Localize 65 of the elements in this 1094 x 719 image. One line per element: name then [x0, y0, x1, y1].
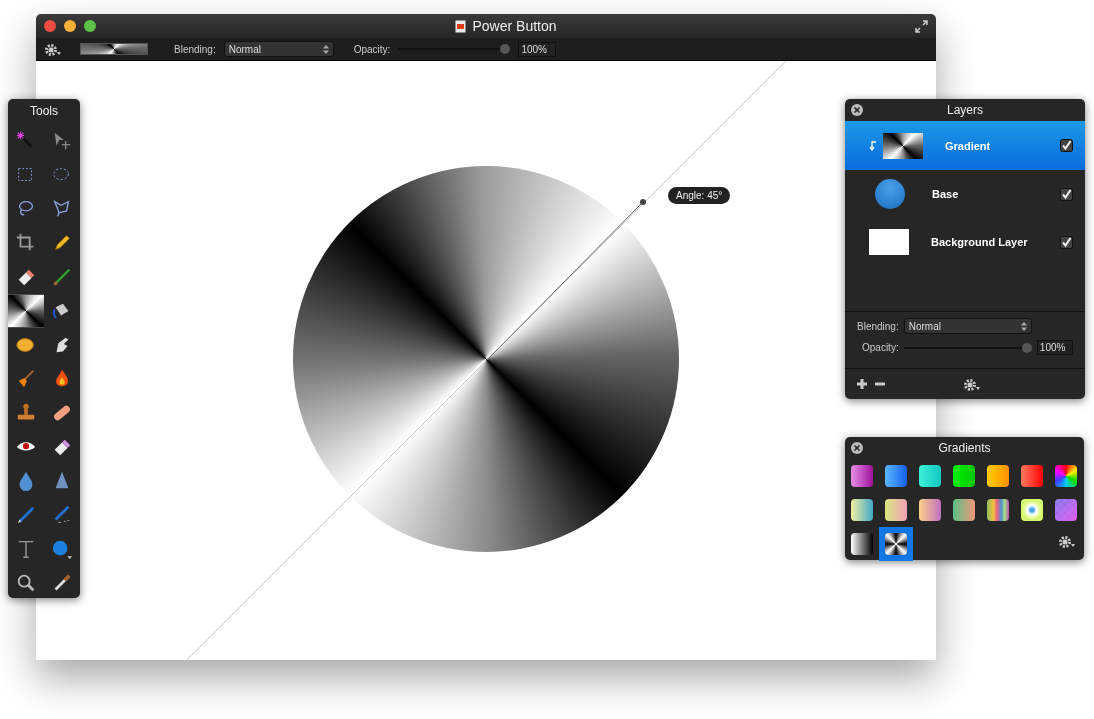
- gradient-swatch: [851, 533, 873, 555]
- opacity-field[interactable]: 100%: [1036, 340, 1073, 355]
- layer-thumbnail: [869, 229, 909, 255]
- gradient-swatch: [885, 465, 907, 487]
- gradient-swatch: [885, 499, 907, 521]
- layer-name: Base: [932, 188, 960, 200]
- layer-row[interactable]: Base: [845, 170, 1085, 218]
- slider-thumb[interactable]: [1021, 342, 1032, 353]
- gradient-swatch: [919, 499, 941, 521]
- magnifier-icon: [15, 572, 37, 594]
- layer-name: Background Layer: [931, 236, 1029, 248]
- gradient-swatch: [953, 465, 975, 487]
- gradient-swatch: [1021, 465, 1043, 487]
- angle-guide-line[interactable]: [186, 61, 786, 660]
- gradient-swatch: [1055, 465, 1077, 487]
- settings-icon[interactable]: [1058, 535, 1076, 548]
- panel-title: Tools: [29, 103, 59, 120]
- settings-icon[interactable]: [963, 377, 981, 391]
- circle-shape-icon: [51, 538, 73, 560]
- close-icon[interactable]: [851, 442, 863, 454]
- opacity-label: Opacity:: [353, 43, 391, 55]
- zoom-button[interactable]: [84, 20, 96, 32]
- panel-title: Layers: [947, 103, 983, 117]
- panel-title: Gradients: [938, 441, 991, 455]
- pen-icon: [15, 504, 37, 526]
- gradient-preview[interactable]: [80, 43, 148, 55]
- gradient-swatch: [987, 465, 1009, 487]
- gradient-swatch: [987, 499, 1009, 521]
- gradient-swatch: [1021, 499, 1043, 521]
- visibility-checkbox[interactable]: [1060, 187, 1073, 201]
- stepper-icon: [1020, 321, 1027, 331]
- blending-label: Blending:: [174, 43, 216, 55]
- brush-icon: [51, 266, 73, 288]
- visibility-checkbox[interactable]: [1060, 235, 1073, 249]
- close-button[interactable]: [44, 20, 56, 32]
- blending-dropdown[interactable]: Normal: [223, 41, 334, 57]
- blending-dropdown[interactable]: Normal: [903, 318, 1032, 334]
- opacity-label: Opacity:: [862, 342, 899, 353]
- angle-tooltip: Angle: 45°: [668, 187, 731, 204]
- layer-name: Gradient: [945, 139, 992, 152]
- add-icon[interactable]: [857, 379, 867, 389]
- minimize-button[interactable]: [64, 20, 76, 32]
- window-title: Power Button: [472, 18, 557, 34]
- gradient-swatch: [885, 533, 907, 555]
- opacity-field[interactable]: 100%: [518, 41, 557, 57]
- settings-icon[interactable]: [44, 42, 62, 56]
- visibility-checkbox[interactable]: [1060, 139, 1073, 152]
- gradient-swatch: [1055, 499, 1077, 521]
- gradient-swatch: [953, 499, 975, 521]
- fullscreen-icon[interactable]: [915, 19, 928, 33]
- blending-label: Blending:: [857, 320, 899, 332]
- stepper-icon: [322, 44, 329, 54]
- tool-button[interactable]: [8, 294, 44, 328]
- layer-thumbnail: [883, 132, 923, 159]
- gradient-swatch-icon: [8, 295, 44, 327]
- circle-thumbnail: [875, 179, 905, 209]
- document-icon: [455, 19, 467, 33]
- gradient-swatch: [851, 499, 873, 521]
- gradient-swatch: [851, 465, 873, 487]
- slider-thumb[interactable]: [500, 44, 511, 54]
- layer-row[interactable]: Background Layer: [845, 218, 1085, 266]
- layer-row[interactable]: Gradient: [845, 121, 1085, 170]
- close-icon[interactable]: [851, 104, 863, 116]
- gradient-swatch: [919, 465, 941, 487]
- gradient-swatch-cell[interactable]: [879, 527, 913, 561]
